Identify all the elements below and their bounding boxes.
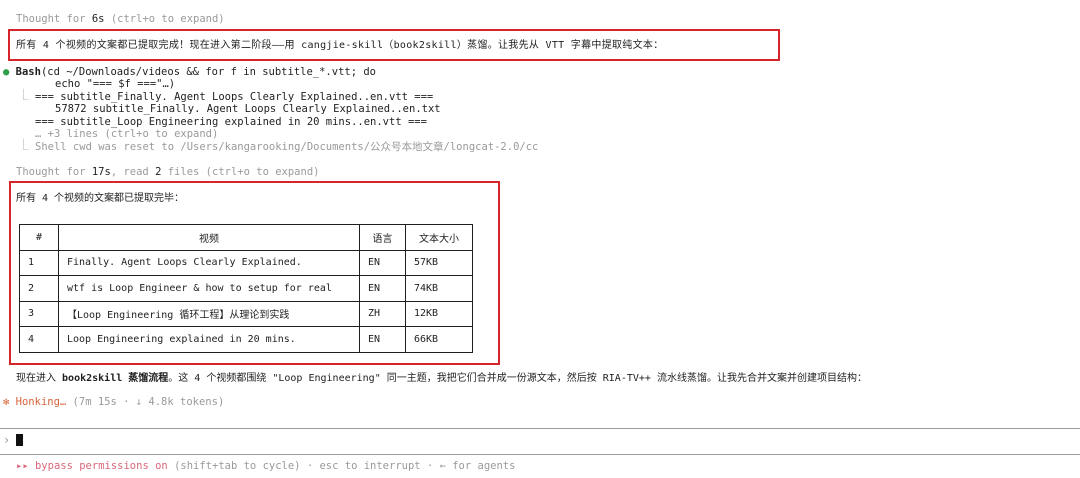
tool-command-continuation: echo "=== $f ==="…) [55, 78, 176, 90]
permissions-mode[interactable]: bypass permissions on [35, 460, 168, 472]
table-header-row: # 视频 语言 文本大小 [19, 224, 473, 251]
table-row: 3 【Loop Engineering 循环工程】从理论到实践 ZH 12KB [19, 300, 473, 327]
table-cell: 2 [19, 275, 59, 302]
table-cell: wtf is Loop Engineer & how to setup for … [58, 275, 360, 302]
spinner-icon: ✻ [3, 396, 10, 408]
divider [0, 428, 1080, 429]
tool-output-line: 57872 subtitle_Finally. Agent Loops Clea… [55, 103, 441, 115]
table-row: 2 wtf is Loop Engineer & how to setup fo… [19, 275, 473, 302]
table-cell: 66KB [405, 326, 473, 353]
column-header: 语言 [359, 224, 406, 251]
table-cell: Loop Engineering explained in 20 mins. [58, 326, 360, 353]
table-cell: EN [359, 326, 406, 353]
thought-line: Thought for 6s (ctrl+o to expand) [16, 13, 225, 25]
table-cell: 1 [19, 249, 59, 276]
video-table: # 视频 语言 文本大小 1 Finally. Agent Loops Clea… [19, 224, 473, 353]
text-cursor [16, 434, 24, 446]
status-line: ✻ Honking… (7m 15s · ↓ 4.8k tokens) [3, 396, 225, 408]
assistant-message: 所有 4 个视频的文案都已提取完毕： [16, 193, 185, 204]
column-header: 文本大小 [405, 224, 473, 251]
table-cell: EN [359, 275, 406, 302]
table-row: 1 Finally. Agent Loops Clearly Explained… [19, 249, 473, 276]
table-cell: 4 [19, 326, 59, 353]
prompt-input[interactable]: › [3, 434, 24, 447]
table-cell: 【Loop Engineering 循环工程】从理论到实践 [58, 300, 360, 327]
assistant-message: 现在进入 book2skill 蒸馏流程。这 4 个视频都围绕 "Loop En… [16, 373, 867, 384]
thought-line: Thought for 17s, read 2 files (ctrl+o to… [16, 166, 320, 178]
column-header: # [19, 224, 59, 251]
divider [0, 454, 1080, 455]
table-row: 4 Loop Engineering explained in 20 mins.… [19, 326, 473, 353]
cwd-reset-notice: Shell cwd was reset to /Users/kangarooki… [35, 141, 539, 153]
table-cell: 12KB [405, 300, 473, 327]
table-cell: Finally. Agent Loops Clearly Explained. [58, 249, 360, 276]
tree-branch-icon: ⎿ [18, 89, 29, 101]
assistant-message: 所有 4 个视频的文案都已提取完成！现在进入第二阶段——用 cangjie-sk… [16, 40, 664, 51]
column-header: 视频 [58, 224, 360, 251]
table-cell: 74KB [405, 275, 473, 302]
table-cell: 3 [19, 300, 59, 327]
expand-hint[interactable]: … +3 lines (ctrl+o to expand) [35, 128, 218, 141]
table-cell: EN [359, 249, 406, 276]
table-cell: ZH [359, 300, 406, 327]
tree-branch-icon: ⎿ [18, 139, 29, 151]
footer-status: ▸▸ bypass permissions on (shift+tab to c… [16, 460, 516, 472]
status-dot-icon: ● [3, 66, 10, 78]
table-cell: 57KB [405, 249, 473, 276]
mode-arrows-icon: ▸▸ [16, 460, 29, 472]
